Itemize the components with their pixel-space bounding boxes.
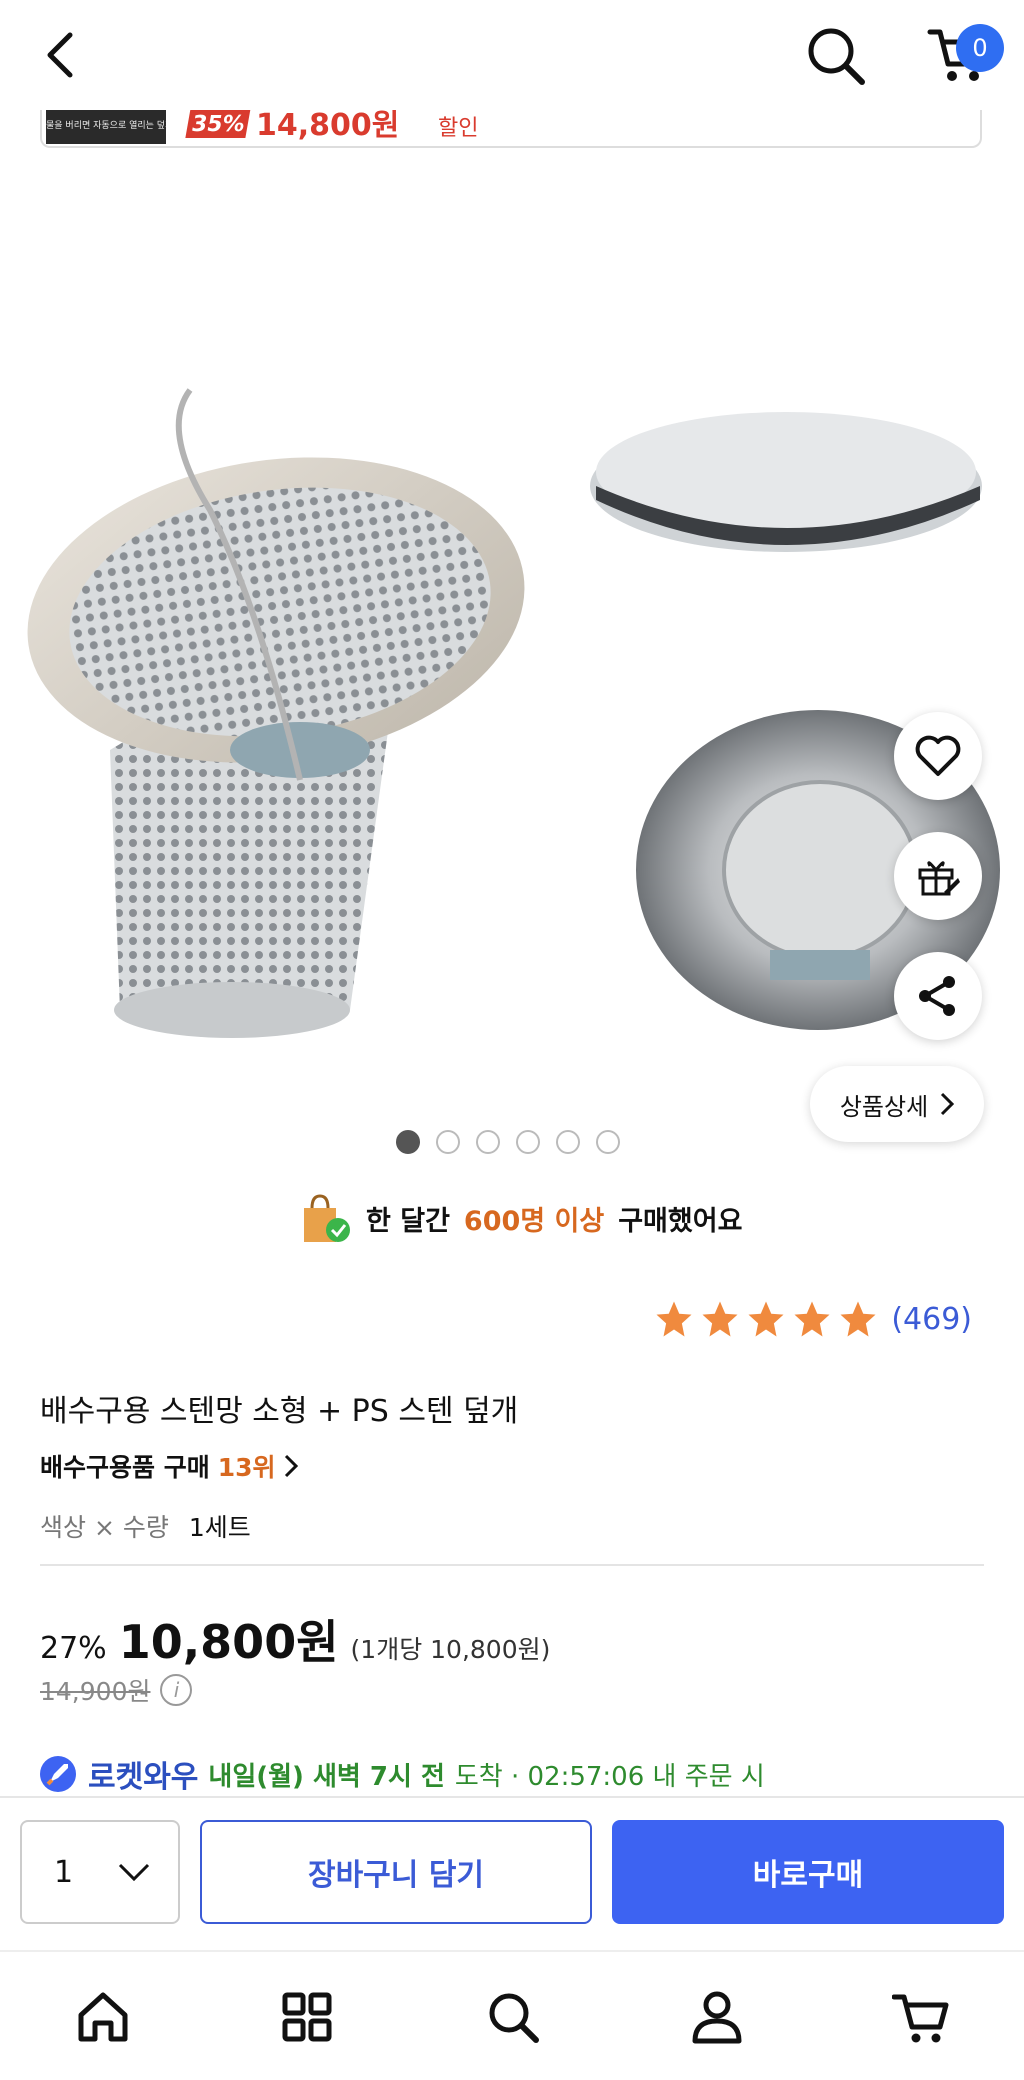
- pagination-dot[interactable]: [396, 1130, 420, 1154]
- chevron-left-icon: [47, 32, 73, 78]
- banner-price: 14,800원: [256, 108, 400, 143]
- product-detail-button[interactable]: 상품상세: [810, 1066, 984, 1142]
- quantity-value: 1: [54, 1854, 74, 1890]
- share-button[interactable]: [894, 952, 982, 1040]
- cart-count-badge: 0: [956, 24, 1004, 72]
- pagination-dot[interactable]: [596, 1130, 620, 1154]
- star-icon: [656, 1301, 692, 1337]
- purchase-count-prefix: 한 달간: [366, 1205, 450, 1237]
- delivery-countdown: 도착 · 02:57:06 내 주문 시: [454, 1761, 765, 1792]
- rocket-wow-badge: 로켓와우: [88, 1760, 199, 1795]
- info-icon[interactable]: i: [160, 1674, 193, 1706]
- nav-cart[interactable]: [886, 1982, 956, 2052]
- quantity-select[interactable]: 1: [20, 1820, 180, 1924]
- review-count[interactable]: (469): [891, 1302, 972, 1337]
- search-icon: [808, 28, 865, 85]
- divider: [40, 1564, 984, 1566]
- gift-icon: [918, 861, 960, 896]
- nav-home[interactable]: [68, 1982, 138, 2052]
- delivery-info: 로켓와우 내일(월) 새벽 7시 전 도착 · 02:57:06 내 주문 시: [38, 1752, 765, 1796]
- add-to-cart-button[interactable]: 장바구니 담기: [200, 1820, 592, 1924]
- top-header: 0: [0, 0, 1024, 110]
- original-price-row: 14,900원 i: [40, 1672, 193, 1708]
- pagination-dot[interactable]: [476, 1130, 500, 1154]
- original-price: 14,900원: [40, 1677, 151, 1706]
- gift-button[interactable]: [894, 832, 982, 920]
- shopping-bag-check-icon: [304, 1194, 350, 1242]
- star-icon: [794, 1301, 830, 1337]
- bottom-navigation: [0, 1950, 1024, 2080]
- rocket-icon: [40, 1756, 76, 1792]
- category-icon: [282, 1992, 332, 2042]
- delivery-date: 내일(월) 새벽 7시 전: [208, 1761, 445, 1792]
- pagination-dot[interactable]: [556, 1130, 580, 1154]
- unit-price: (1개당 10,800원): [350, 1635, 551, 1664]
- discount-percent: 27%: [40, 1631, 107, 1666]
- chevron-right-icon: [941, 1092, 955, 1116]
- product-image: [27, 388, 1000, 1038]
- heart-icon: [915, 735, 961, 776]
- pagination-dot[interactable]: [436, 1130, 460, 1154]
- nav-search[interactable]: [478, 1982, 548, 2052]
- product-detail-label: 상품상세: [839, 1092, 929, 1121]
- selected-option: 색상 × 수량 1세트: [40, 1508, 251, 1544]
- purchase-bar: 1 장바구니 담기 바로구매: [0, 1796, 1024, 1950]
- share-icon: [919, 976, 955, 1016]
- banner-discount-badge: 35%: [185, 108, 251, 138]
- nav-my-page[interactable]: [682, 1982, 752, 2052]
- product-image-gallery[interactable]: [0, 150, 1024, 1150]
- star-icon: [840, 1301, 876, 1337]
- pagination-dot[interactable]: [516, 1130, 540, 1154]
- chevron-down-icon: [118, 1863, 150, 1882]
- purchase-count-highlight: 600명 이상: [463, 1205, 605, 1237]
- star-icon: [748, 1301, 784, 1337]
- sale-price: 10,800원: [118, 1615, 339, 1669]
- rating-summary[interactable]: (469): [653, 1298, 972, 1340]
- rank-value: 13위: [217, 1453, 276, 1482]
- banner-thumbnail: 물을 버리면 자동으로 열리는 덮개: [46, 108, 166, 144]
- my-page-icon: [692, 1991, 742, 2044]
- buy-now-button[interactable]: 바로구매: [612, 1820, 1004, 1924]
- price-row: 27% 10,800원 (1개당 10,800원): [40, 1606, 550, 1672]
- nav-category[interactable]: [272, 1982, 342, 2052]
- cart-button[interactable]: 0: [918, 18, 1004, 90]
- purchase-count-suffix: 구매했어요: [618, 1205, 743, 1237]
- gallery-pagination: [396, 1130, 620, 1154]
- option-value: 1세트: [188, 1513, 251, 1542]
- rank-label: 배수구용품 구매: [40, 1453, 210, 1482]
- chevron-right-icon: [284, 1454, 298, 1478]
- home-icon: [78, 1992, 128, 2042]
- search-button[interactable]: [800, 20, 872, 92]
- search-icon: [489, 1993, 539, 2043]
- product-title: 배수구용 스텐망 소형 + PS 스텐 덮개: [40, 1394, 519, 1429]
- cart-icon: [892, 1994, 949, 2043]
- wishlist-button[interactable]: [894, 712, 982, 800]
- purchase-count-notice: 한 달간 600명 이상 구매했어요: [296, 1188, 742, 1248]
- option-label: 색상 × 수량: [40, 1513, 169, 1542]
- star-icon: [702, 1301, 738, 1337]
- banner-price-suffix: 할인: [438, 116, 479, 141]
- back-button[interactable]: [30, 22, 90, 88]
- category-rank-link[interactable]: 배수구용품 구매 13위: [40, 1448, 298, 1484]
